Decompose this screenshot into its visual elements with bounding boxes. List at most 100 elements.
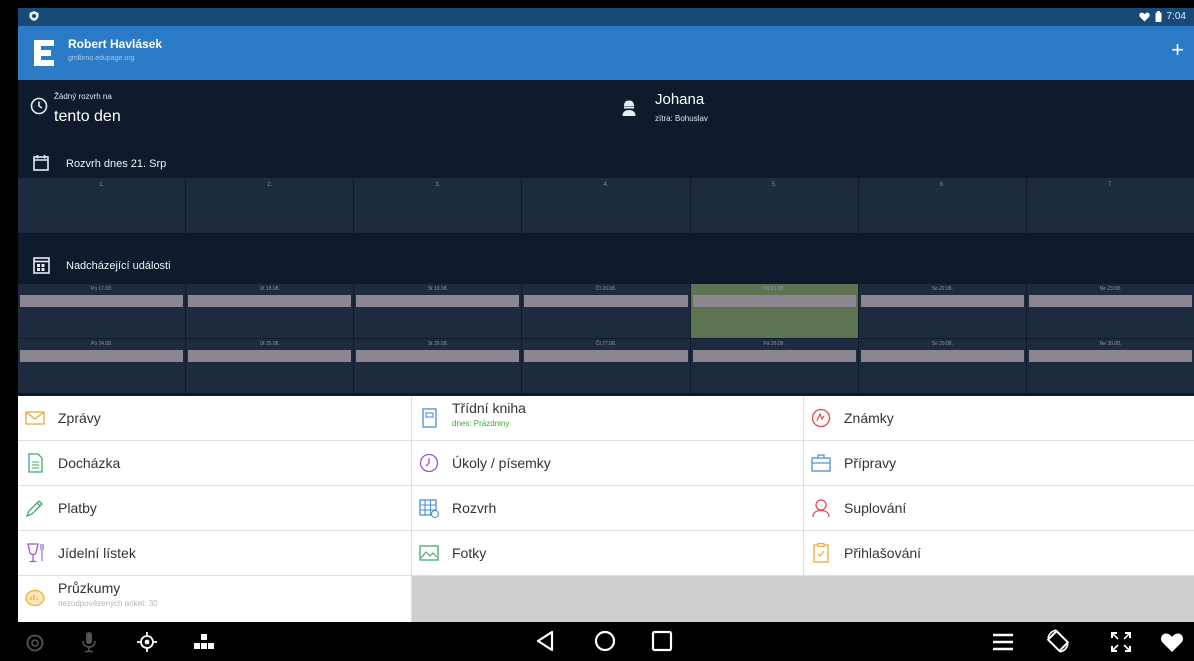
event-bar xyxy=(860,295,1024,307)
book-icon xyxy=(422,408,437,428)
no-timetable-label: Žádný rozvrh na xyxy=(54,92,112,101)
menu-item-grades[interactable]: Známky xyxy=(804,396,1194,441)
event-bar xyxy=(20,350,184,362)
apps-icon[interactable] xyxy=(193,632,215,652)
events-week-2: Po 24.08. Út 25.08. St 26.08. Čt 27.08. … xyxy=(18,339,1194,393)
menu-item-photos[interactable]: Fotky xyxy=(412,531,804,576)
events-week-1: Po 17.08. Út 18.08. St 19.08. Čt 20.08. … xyxy=(18,284,1194,338)
timetable-period[interactable]: 3. xyxy=(354,178,523,233)
menu-item-timetable[interactable]: Rozvrh xyxy=(412,486,804,531)
event-bar xyxy=(692,295,856,307)
event-bar xyxy=(524,295,688,307)
heart-icon xyxy=(1138,12,1150,21)
event-day[interactable]: Út 25.08. xyxy=(186,339,355,393)
menu-item-class-book[interactable]: Třídní kniha dnes: Prázdniny xyxy=(412,396,804,441)
pen-icon xyxy=(25,500,43,518)
event-day[interactable]: Čt 20.08. xyxy=(522,284,691,338)
event-day[interactable]: So 29.08. xyxy=(858,339,1027,393)
menu-empty-cell xyxy=(412,576,1194,622)
event-bar xyxy=(356,350,520,362)
clock-icon xyxy=(419,453,439,473)
event-bar xyxy=(188,350,352,362)
dashboard: Žádný rozvrh na tento den Johana zítra: … xyxy=(18,80,1194,396)
event-day[interactable]: Út 18.08. xyxy=(186,284,355,338)
menu-item-tasks[interactable]: Úkoly / písemky xyxy=(412,441,804,486)
edupage-logo xyxy=(34,40,54,66)
battery-icon xyxy=(1155,11,1162,22)
document-icon xyxy=(28,453,43,473)
timetable-period[interactable]: 7. xyxy=(1026,178,1194,233)
events-title: Nadcházející události xyxy=(66,260,171,272)
envelope-icon xyxy=(25,411,45,425)
person-icon xyxy=(622,100,636,116)
event-day-today[interactable]: Pá 21.08. xyxy=(690,284,859,338)
heart-icon[interactable] xyxy=(1160,632,1184,653)
timetable-grid-icon xyxy=(419,499,440,519)
status-icons: 7:04 xyxy=(1138,11,1186,22)
nameday-tomorrow: zítra: Bohuslav xyxy=(655,114,708,123)
status-time: 7:04 xyxy=(1166,11,1186,22)
briefcase-icon xyxy=(811,454,831,472)
photo-icon xyxy=(419,545,439,561)
nameday-name: Johana xyxy=(655,91,705,108)
fullscreen-icon[interactable] xyxy=(1110,631,1132,653)
camera-icon[interactable] xyxy=(26,634,44,652)
survey-bubble-icon xyxy=(25,589,45,607)
event-day[interactable]: St 19.08. xyxy=(354,284,523,338)
add-button[interactable]: + xyxy=(1171,39,1184,61)
event-bar xyxy=(692,350,856,362)
calendar-icon xyxy=(33,155,49,171)
menu-item-payments[interactable]: Platby xyxy=(18,486,412,531)
event-bar xyxy=(524,350,688,362)
rotate-icon[interactable] xyxy=(1045,628,1071,654)
event-bar xyxy=(1028,350,1192,362)
grade-badge-icon xyxy=(811,408,831,428)
event-bar xyxy=(20,295,184,307)
menu-item-attendance[interactable]: Docházka xyxy=(18,441,412,486)
event-day[interactable]: Pá 28.08. xyxy=(690,339,859,393)
substitute-person-icon xyxy=(812,499,830,518)
event-day[interactable]: Čt 27.08. xyxy=(522,339,691,393)
recents-icon[interactable] xyxy=(651,630,673,652)
menu-item-surveys[interactable]: Průzkumy nezodpovězených anket: 30 xyxy=(18,576,412,622)
app-header: Robert Havlásek gmlbrno.edupage.org + xyxy=(18,26,1194,80)
menu-item-messages[interactable]: Zprávy xyxy=(18,396,412,441)
school-domain: gmlbrno.edupage.org xyxy=(68,55,135,62)
no-timetable-day: tento den xyxy=(54,108,121,125)
timetable-period[interactable]: 1. xyxy=(18,178,187,233)
event-day[interactable]: So 22.08. xyxy=(858,284,1027,338)
back-icon[interactable] xyxy=(535,630,555,652)
home-icon[interactable] xyxy=(594,630,616,652)
menu-item-lunch-menu[interactable]: Jídelní lístek xyxy=(18,531,412,576)
event-bar xyxy=(188,295,352,307)
shield-icon xyxy=(29,11,39,21)
timetable-period[interactable]: 4. xyxy=(522,178,691,233)
event-day[interactable]: Ne 30.08. xyxy=(1026,339,1194,393)
timetable-period[interactable]: 6. xyxy=(858,178,1027,233)
event-bar xyxy=(860,350,1024,362)
mic-icon[interactable] xyxy=(80,631,98,653)
timetable-title: Rozvrh dnes 21. Srp xyxy=(66,158,167,170)
event-day[interactable]: St 26.08. xyxy=(354,339,523,393)
events-calendar-icon xyxy=(33,257,50,274)
menu-item-substitutions[interactable]: Suplování xyxy=(804,486,1194,531)
user-name[interactable]: Robert Havlásek xyxy=(68,37,162,51)
event-day[interactable]: Po 17.08. xyxy=(18,284,187,338)
clipboard-icon xyxy=(813,542,829,563)
event-day[interactable]: Po 24.08. xyxy=(18,339,187,393)
event-bar xyxy=(356,295,520,307)
timetable-period[interactable]: 2. xyxy=(186,178,355,233)
screen: 7:04 Robert Havlásek gmlbrno.edupage.org… xyxy=(0,0,1194,661)
status-bar: 7:04 xyxy=(18,8,1194,26)
timetable-row: 1. 2. 3. 4. 5. 6. 7. xyxy=(18,178,1194,233)
menu-item-preparations[interactable]: Přípravy xyxy=(804,441,1194,486)
timetable-period[interactable]: 5. xyxy=(690,178,859,233)
clock-icon xyxy=(30,97,48,115)
module-menu: Zprávy Třídní kniha dnes: Prázdniny Znám… xyxy=(18,396,1194,622)
menu-icon[interactable] xyxy=(991,632,1015,652)
gps-icon[interactable] xyxy=(135,631,159,653)
menu-item-registration[interactable]: Přihlašování xyxy=(804,531,1194,576)
navigation-bar xyxy=(0,622,1194,661)
event-day[interactable]: Ne 23.08. xyxy=(1026,284,1194,338)
event-bar xyxy=(1028,295,1192,307)
